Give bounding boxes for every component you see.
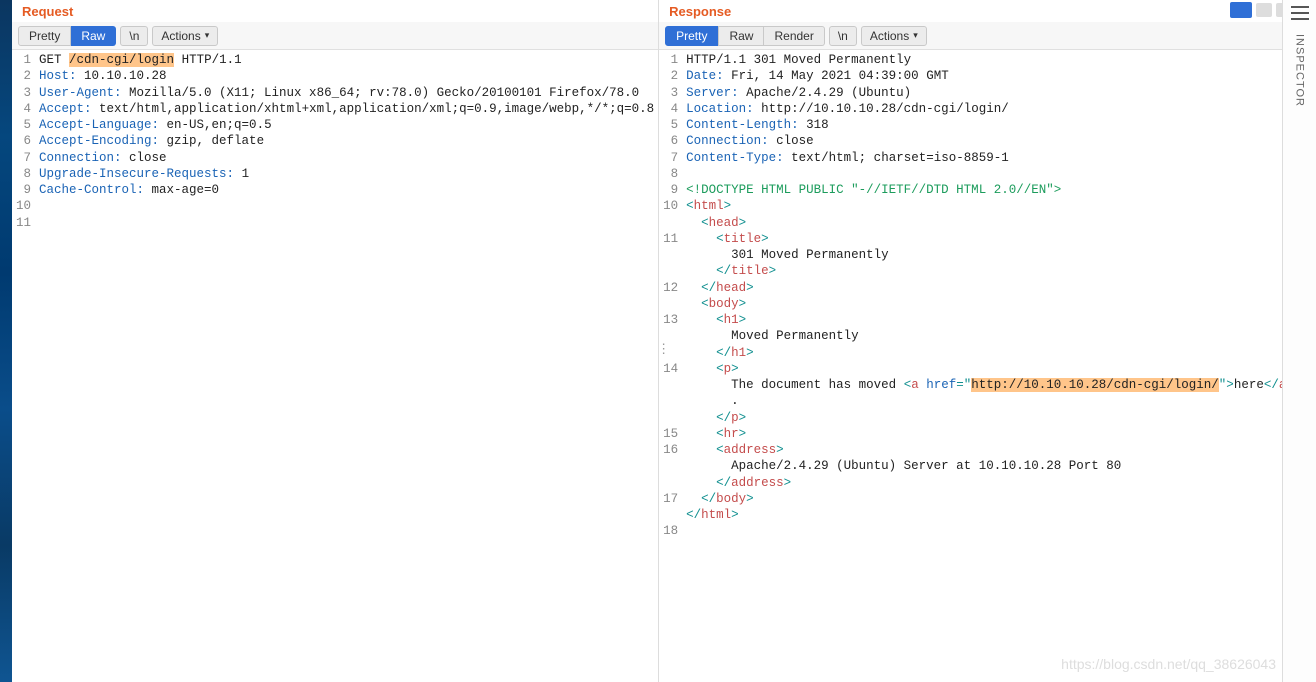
request-gutter: 1234567891011	[12, 50, 37, 682]
request-actions-label: Actions	[161, 29, 200, 43]
request-editor[interactable]: 1234567891011 GET /cdn-cgi/login HTTP/1.…	[12, 50, 658, 682]
left-edge-strip	[0, 0, 12, 682]
request-code[interactable]: GET /cdn-cgi/login HTTP/1.1Host: 10.10.1…	[37, 50, 658, 682]
panel-options-icon[interactable]: ⋮	[657, 341, 667, 357]
watermark: https://blog.csdn.net/qq_38626043	[1061, 656, 1276, 672]
hamburger-icon[interactable]	[1291, 6, 1309, 20]
response-badge-gray-1[interactable]	[1256, 3, 1272, 17]
request-pretty-tab[interactable]: Pretty	[18, 26, 71, 46]
request-raw-tab[interactable]: Raw	[71, 26, 116, 46]
response-title: Response	[669, 4, 731, 19]
inspector-tab[interactable]: INSPECTOR	[1294, 34, 1306, 107]
request-header: Request	[12, 0, 658, 22]
request-title: Request	[22, 4, 73, 19]
response-format-tabs: Pretty Raw Render	[665, 26, 825, 46]
response-render-tab[interactable]: Render	[764, 26, 824, 46]
response-badge-blue[interactable]	[1230, 2, 1252, 18]
response-raw-tab[interactable]: Raw	[718, 26, 764, 46]
chevron-down-icon: ▾	[205, 30, 210, 41]
request-toolbar: Pretty Raw \n Actions ▾	[12, 22, 658, 50]
request-actions-menu[interactable]: Actions ▾	[152, 26, 218, 46]
response-panel: ⋮ Response Pretty Raw Render \n Actions …	[659, 0, 1298, 682]
response-pretty-tab[interactable]: Pretty	[665, 26, 718, 46]
request-newline-toggle[interactable]: \n	[120, 26, 148, 46]
response-toolbar: Pretty Raw Render \n Actions ▾	[659, 22, 1298, 50]
chevron-down-icon: ▾	[913, 30, 918, 41]
request-panel: Request Pretty Raw \n Actions ▾ 12345678…	[12, 0, 659, 682]
main-split: Request Pretty Raw \n Actions ▾ 12345678…	[12, 0, 1282, 682]
response-actions-label: Actions	[870, 29, 909, 43]
response-header: Response	[659, 0, 1298, 22]
request-format-tabs: Pretty Raw	[18, 26, 116, 46]
response-viewer[interactable]: 12345678910 11 12 13 14 1516 17 18 HTTP/…	[659, 50, 1298, 682]
response-code[interactable]: HTTP/1.1 301 Moved PermanentlyDate: Fri,…	[684, 50, 1298, 682]
right-rail: INSPECTOR	[1282, 0, 1316, 682]
response-newline-toggle[interactable]: \n	[829, 26, 857, 46]
response-actions-menu[interactable]: Actions ▾	[861, 26, 927, 46]
response-gutter: 12345678910 11 12 13 14 1516 17 18	[659, 50, 684, 682]
